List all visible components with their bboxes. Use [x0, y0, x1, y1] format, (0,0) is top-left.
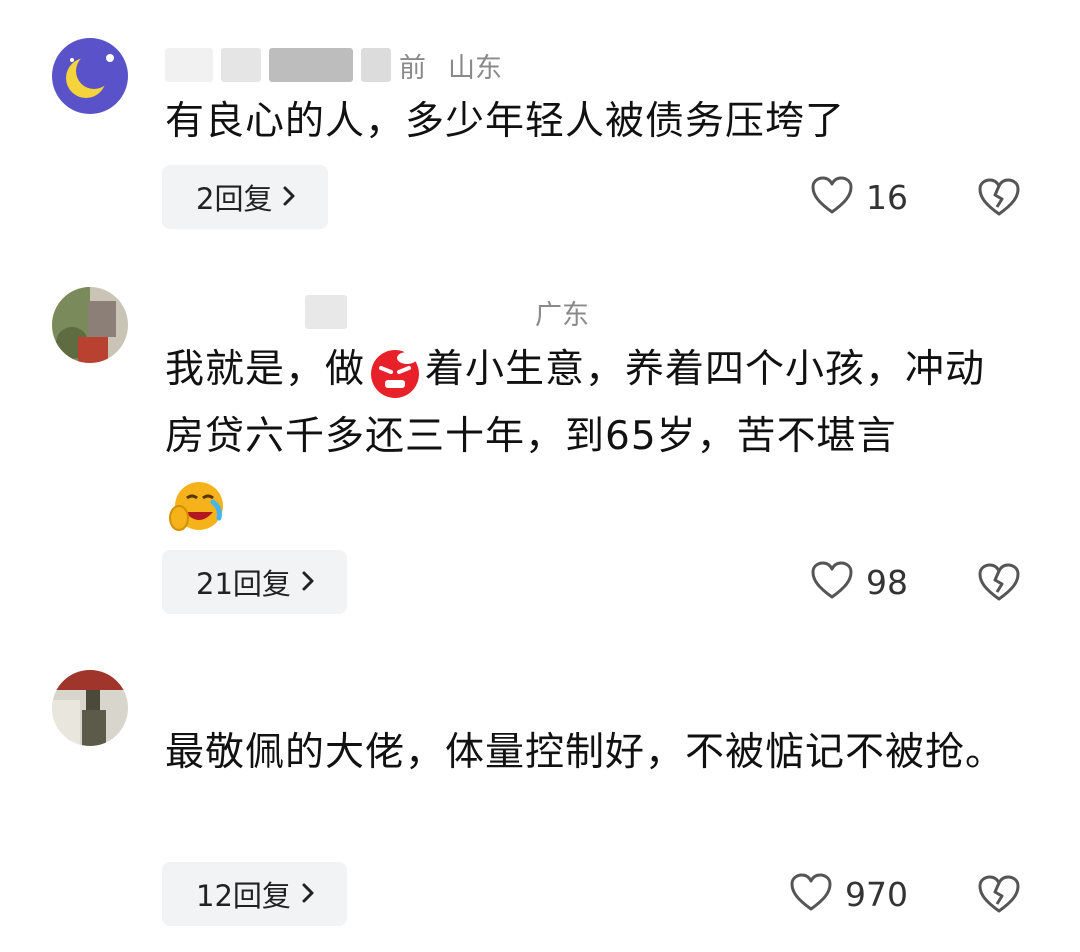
laughing-crying-emoji	[167, 478, 223, 534]
blurred-username	[165, 48, 213, 82]
heart-outline-icon	[810, 560, 854, 604]
blurred-username	[165, 677, 545, 711]
avatar[interactable]	[52, 38, 128, 114]
broken-heart-icon[interactable]	[976, 862, 1022, 926]
reply-label: 21回复	[196, 567, 291, 601]
avatar[interactable]	[52, 287, 128, 363]
like-button[interactable]: 970	[789, 862, 908, 926]
heart-outline-icon	[810, 175, 854, 219]
comment-text-part: 我就是，做	[165, 347, 366, 392]
like-button[interactable]: 98	[810, 550, 908, 614]
comment-meta: 前 山东	[165, 44, 502, 86]
chevron-right-icon	[301, 877, 315, 911]
comment-text: 我就是，做 着小生意，养着四个小孩，冲动房贷六千多还三十年，到65岁，苦不堪言	[165, 336, 1005, 537]
comment-time: 前	[399, 52, 426, 84]
heart-outline-icon	[789, 872, 833, 916]
angry-face-emoji	[367, 344, 423, 400]
like-count: 16	[866, 177, 908, 217]
reply-label: 2回复	[196, 182, 273, 216]
comment-location: 山东	[448, 52, 502, 84]
comment-meta: 广东	[165, 291, 589, 333]
broken-heart-icon[interactable]	[976, 550, 1022, 614]
like-count: 970	[845, 874, 908, 914]
blurred-username	[165, 295, 297, 329]
comment-location: 广东	[535, 299, 589, 331]
reply-button[interactable]: 21回复	[162, 550, 347, 614]
blurred-username	[361, 48, 391, 82]
comment-text: 最敬佩的大佬，体量控制好，不被惦记不被抢。	[165, 730, 1006, 775]
blurred-username	[305, 295, 347, 329]
comment-text: 有良心的人，多少年轻人被债务压垮了	[165, 99, 846, 144]
comment-meta	[165, 673, 575, 715]
chevron-right-icon	[301, 565, 315, 599]
reply-button[interactable]: 2回复	[162, 165, 329, 229]
blurred-username	[221, 48, 261, 82]
reply-label: 12回复	[196, 879, 291, 913]
like-button[interactable]: 16	[810, 165, 908, 229]
chevron-right-icon	[282, 180, 296, 214]
blurred-username	[355, 295, 505, 329]
broken-heart-icon[interactable]	[976, 165, 1022, 229]
reply-button[interactable]: 12回复	[162, 862, 347, 926]
blurred-username	[269, 48, 353, 82]
avatar[interactable]	[52, 670, 128, 746]
like-count: 98	[866, 562, 908, 602]
